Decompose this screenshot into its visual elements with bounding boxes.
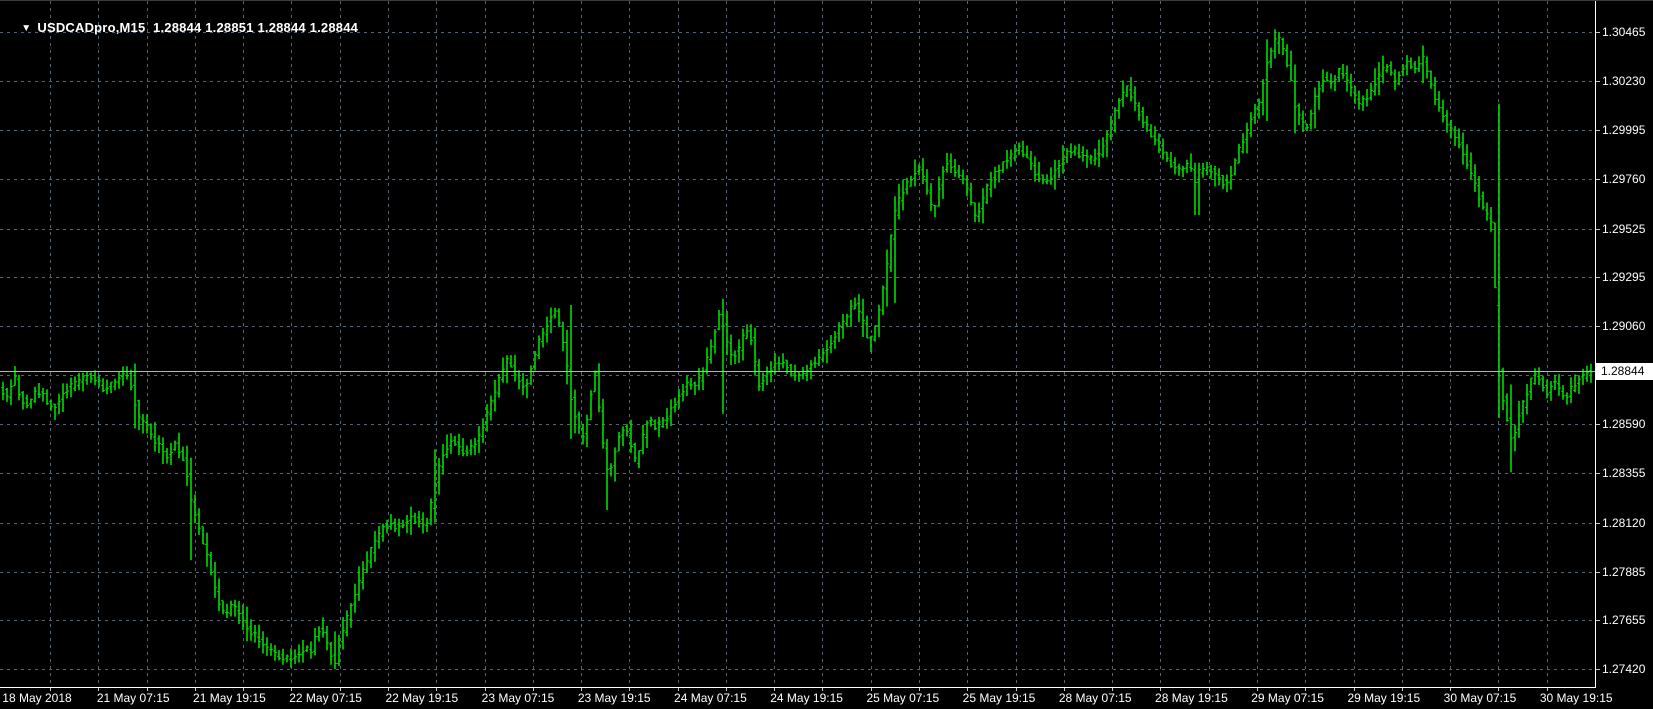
price-axis-label: 1.27885 xyxy=(1602,564,1646,579)
time-axis-label: 21 May 19:15 xyxy=(193,691,266,705)
quote-ohlc: 1.28844 1.28851 1.28844 1.28844 xyxy=(153,20,359,35)
time-axis-label: 24 May 07:15 xyxy=(674,691,747,705)
price-axis-label: 1.28120 xyxy=(1602,515,1646,530)
time-axis-label: 30 May 19:15 xyxy=(1539,691,1613,705)
time-axis-label: 25 May 19:15 xyxy=(962,691,1036,705)
time-axis-label: 23 May 19:15 xyxy=(577,691,651,705)
time-axis-label: 22 May 07:15 xyxy=(289,691,362,705)
price-axis-label: 1.27420 xyxy=(1602,662,1646,676)
price-axis-label: 1.28590 xyxy=(1602,417,1646,432)
time-axis-label: 30 May 07:15 xyxy=(1443,691,1517,705)
price-axis-label: 1.30465 xyxy=(1602,25,1646,39)
time-axis-label: 29 May 19:15 xyxy=(1347,691,1421,705)
price-axis-label: 1.29995 xyxy=(1602,123,1646,138)
time-axis-label: 25 May 07:15 xyxy=(866,691,940,705)
chart-title: ▼ USDCADpro,M15 1.28844 1.28851 1.28844 1… xyxy=(6,5,358,50)
time-axis-label: 21 May 07:15 xyxy=(96,691,170,705)
price-axis-label: 1.28355 xyxy=(1602,466,1646,481)
price-chart-canvas[interactable] xyxy=(0,1,1653,709)
price-axis-label: 1.29060 xyxy=(1602,318,1646,333)
price-axis-label: 1.29525 xyxy=(1602,221,1646,236)
time-axis-label: 22 May 19:15 xyxy=(385,691,459,705)
chart-symbol-label: USDCADpro,M15 xyxy=(37,20,146,35)
price-axis-label: 1.30230 xyxy=(1602,74,1646,89)
time-axis-label: 18 May 2018 xyxy=(2,691,72,705)
price-axis-label: 1.29760 xyxy=(1602,172,1646,187)
current-price-tag: 1.28844 xyxy=(1596,363,1653,381)
price-axis-label: 1.29295 xyxy=(1602,269,1646,284)
time-axis-label: 28 May 07:15 xyxy=(1058,691,1132,705)
time-axis-label: 29 May 07:15 xyxy=(1251,691,1324,705)
time-axis-label: 24 May 19:15 xyxy=(770,691,843,705)
time-axis-label: 28 May 19:15 xyxy=(1155,691,1228,705)
price-axis-label: 1.27655 xyxy=(1602,612,1646,627)
mt4-chart-window: ▼ USDCADpro,M15 1.28844 1.28851 1.28844 1… xyxy=(0,0,1653,709)
symbol-dropdown-icon: ▼ xyxy=(21,23,32,34)
time-axis-label: 23 May 07:15 xyxy=(481,691,555,705)
